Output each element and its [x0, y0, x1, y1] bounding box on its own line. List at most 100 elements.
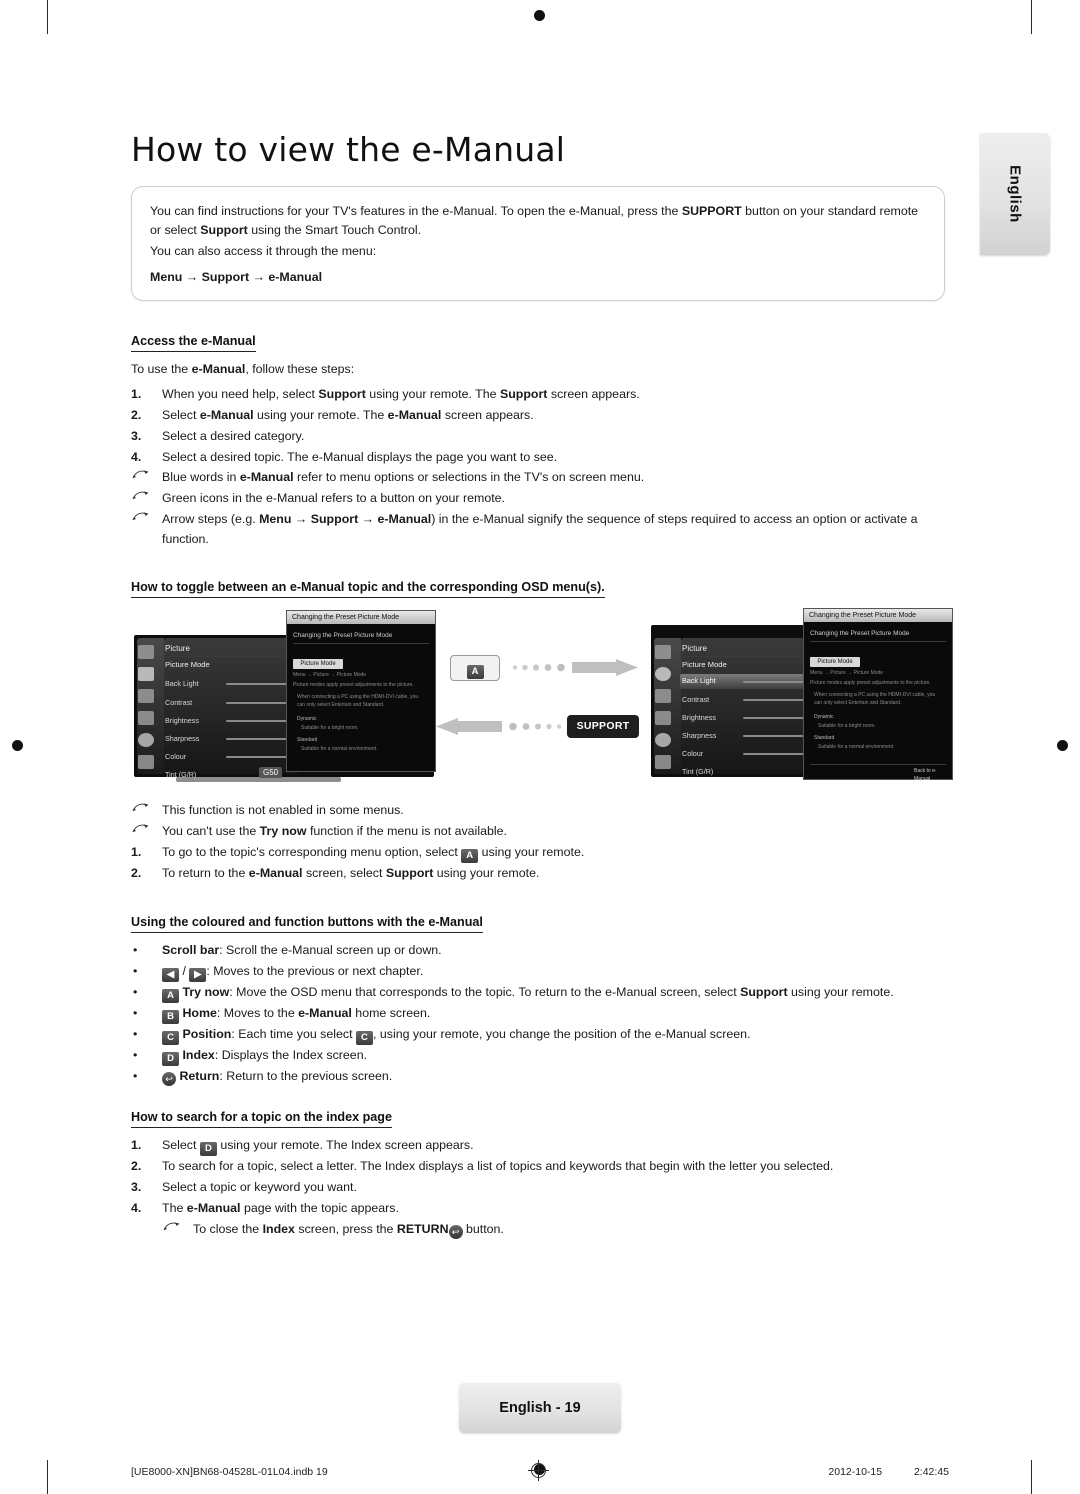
emanual-menu-path: Menu → Picture → Picture Mode [810, 670, 884, 676]
registration-mark-right [1057, 740, 1068, 751]
emanual-menu-path: Menu → Picture → Picture Mode [293, 672, 367, 678]
step-text: The e-Manual page with the topic appears… [162, 1200, 399, 1215]
d-key-icon: D [199, 1142, 217, 1156]
right-arrow-icon: ▶ [189, 967, 207, 982]
bullet: • [133, 1068, 138, 1083]
osd-title: Picture [682, 644, 707, 653]
b-key-icon: B [162, 1009, 179, 1024]
left-arrow-icon: ◀ [162, 967, 179, 982]
picture-icon [138, 667, 154, 681]
emanual-window-title: Changing the Preset Picture Mode [287, 611, 435, 624]
step-text: Select a topic or keyword you want. [162, 1179, 357, 1194]
language-side-tab-label: English [1006, 165, 1024, 223]
arrow-left-icon [436, 718, 564, 735]
list-item: 3. Select a desired category. [131, 427, 943, 447]
access-lead-c: , follow these steps: [245, 362, 355, 376]
tv-stand-left [176, 777, 341, 782]
item-text: Scroll bar: Scroll the e-Manual screen u… [162, 943, 442, 957]
step-number: 4. [131, 1200, 142, 1215]
c-key-icon: C [162, 1030, 179, 1045]
heading-coloured-buttons: Using the coloured and function buttons … [131, 915, 483, 933]
emanual-list-2: Standard [814, 735, 835, 741]
intro-menu-path: Menu → Support → e-Manual [150, 269, 323, 284]
a-key-icon: A [162, 988, 179, 1003]
emanual-list-2-desc: Suitable for a normal environment. [818, 744, 895, 750]
intro-line-2: You can also access it through the menu: [150, 244, 377, 259]
list-item: • C Position: Each time you select C, us… [131, 1025, 943, 1045]
access-lead-emanual: e-Manual [191, 362, 246, 376]
osd-row-backlight: Back Light [165, 679, 199, 688]
list-item: 2. To search for a topic, select a lette… [131, 1157, 943, 1177]
osd-row-tint: Tint (G/R) [682, 767, 714, 776]
gear-icon [138, 733, 154, 747]
item-text: A Try now: Move the OSD menu that corres… [162, 985, 894, 1003]
support-icon [655, 755, 671, 769]
footer-file-name: [UE8000-XN]BN68-04528L-01L04.indb 19 [131, 1466, 328, 1478]
intro-line1-a: You can find instructions for your TV's … [150, 204, 682, 218]
sound-icon [655, 689, 671, 703]
list-item: 4. Select a desired topic. The e-Manual … [131, 448, 943, 468]
a-key-icon: A [466, 665, 484, 679]
osd-slider [743, 753, 808, 755]
osd-slider [226, 702, 291, 704]
emanual-list-1-desc: Suitable for a bright room. [301, 725, 359, 731]
emanual-window-body: Changing the Preset Picture Mode Picture… [287, 624, 435, 771]
picture-icon [655, 667, 671, 681]
intro-line-1: You can find instructions for your TV's … [150, 202, 926, 240]
note-item: Green icons in the e-Manual refers to a … [131, 489, 943, 509]
gear-icon [655, 733, 671, 747]
support-button-callout: SUPPORT [567, 715, 639, 738]
emanual-list-2: Standard [297, 737, 318, 743]
osd-slider [743, 735, 808, 737]
list-item: • D Index: Displays the Index screen. [131, 1046, 943, 1066]
osd-divider [684, 656, 810, 657]
index-steps: 1. Select D using your remote. The Index… [131, 1136, 943, 1240]
step-number: 3. [131, 1179, 142, 1194]
emanual-window-left: Changing the Preset Picture Mode Changin… [286, 610, 436, 772]
bullet: • [133, 984, 138, 999]
footer-date: 2012-10-15 [828, 1466, 883, 1478]
emanual-body-2: When connecting a PC using the HDMI-DVI … [814, 692, 936, 706]
list-item: 1. To go to the topic's corresponding me… [131, 843, 943, 863]
list-item: 2. To return to the e-Manual screen, sel… [131, 864, 943, 884]
list-item: 2. Select e-Manual using your remote. Th… [131, 406, 943, 426]
item-text: D Index: Displays the Index screen. [162, 1048, 367, 1066]
step-number: 2. [131, 407, 142, 422]
figure-transition-arrows: A SUPPORT [436, 655, 640, 750]
list-item: 1. Select D using your remote. The Index… [131, 1136, 943, 1156]
note-item: This function is not enabled in some men… [131, 801, 943, 821]
crop-mark-bottom-right [1031, 1460, 1032, 1494]
note-text: Blue words in e-Manual refer to menu opt… [162, 470, 645, 485]
osd-slider [226, 756, 291, 758]
bullet: • [133, 963, 138, 978]
a-key-icon: A [461, 848, 479, 863]
item-text: C Position: Each time you select C, usin… [162, 1027, 750, 1045]
c-key-icon: C [355, 1030, 373, 1045]
crop-mark-bottom-left [47, 1460, 48, 1494]
osd-row-colour: Colour [165, 752, 187, 761]
item-text: B Home: Moves to the e-Manual home scree… [162, 1006, 430, 1024]
step-number: 3. [131, 428, 142, 443]
registration-circle-footer [528, 1460, 549, 1481]
page-title: How to view the e-Manual [131, 130, 566, 169]
list-item: 3. Select a topic or keyword you want. [131, 1178, 943, 1198]
list-item: • Scroll bar: Scroll the e-Manual screen… [131, 941, 943, 961]
coloured-buttons-list: • Scroll bar: Scroll the e-Manual screen… [131, 941, 943, 1088]
osd-row-colour: Colour [682, 749, 704, 758]
registration-mark-top [534, 10, 545, 21]
return-icon: ↩ [448, 1224, 463, 1239]
osd-row-sharpness: Sharpness [682, 731, 717, 740]
emanual-picture-mode-button: Picture Mode [293, 659, 343, 669]
arrow-right-icon [510, 659, 638, 676]
note-text: You can't use the Try now function if th… [162, 823, 507, 838]
note-text: To close the Index screen, press the RET… [193, 1221, 504, 1239]
osd-row-brightness: Brightness [165, 716, 199, 725]
page-number-badge: English - 19 [459, 1383, 621, 1433]
footer-timestamp: 2012-10-15 2:42:45 [828, 1466, 949, 1478]
emanual-picture-mode-button: Picture Mode [810, 657, 860, 667]
pencil-icon [132, 823, 152, 841]
d-key-icon: D [162, 1051, 179, 1066]
intro-line1-support: Support [200, 223, 248, 238]
emanual-footer-label: Back to e-Manual [914, 768, 937, 782]
item-text: ↩ Return: Return to the previous screen. [162, 1069, 392, 1086]
